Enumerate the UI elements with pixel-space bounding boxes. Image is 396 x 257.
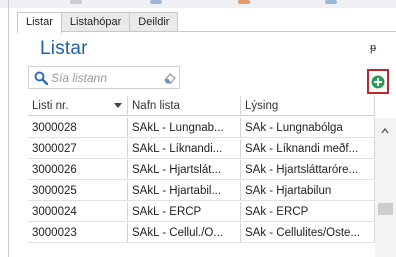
cell-description: SAk - Hjartabilun: [241, 181, 375, 201]
vertical-scrollbar[interactable]: [375, 118, 396, 257]
panel-title: Listar: [40, 38, 88, 59]
cell-list-name: SAkL - Hjartabil...: [128, 181, 241, 201]
toolbar-fragment: [325, 0, 337, 4]
cell-list-number: 3000024: [28, 202, 128, 222]
magnifier-icon: [34, 71, 48, 85]
cell-description: SAk - Líknandi meðf...: [241, 139, 375, 159]
cell-description: SAk - Lungnabólga: [241, 118, 375, 138]
scroll-up-arrow-icon[interactable]: [381, 127, 389, 135]
cell-list-name: SAkL - Lungnab...: [128, 118, 241, 138]
tab-bar: Listar Listahópar Deildir: [17, 12, 179, 33]
toolbar-fragment: [238, 0, 250, 4]
cell-list-number: 3000028: [28, 118, 128, 138]
cell-description: SAk - ERCP: [241, 202, 375, 222]
cell-list-number: 3000026: [28, 160, 128, 180]
pin-icon[interactable]: ᵽ: [370, 42, 376, 54]
table-row[interactable]: 3000028 SAkL - Lungnab... SAk - Lungnabó…: [28, 118, 396, 138]
tab-deildir[interactable]: Deildir: [129, 12, 179, 31]
table-row[interactable]: 3000027 SAkL - Líknandi... SAk - Líknand…: [28, 139, 396, 159]
column-header-list-number[interactable]: Listi nr.: [28, 96, 128, 116]
toolbar-fragment: [70, 0, 82, 4]
cell-list-number: 3000023: [28, 223, 128, 243]
search-input[interactable]: [51, 69, 141, 86]
table-row[interactable]: 3000026 SAkL - Hjartslát... SAk - Hjarts…: [28, 160, 396, 180]
cell-description: SAk - Cellulites/Oste...: [241, 223, 375, 243]
table-row[interactable]: 3000023 SAkL - Cellul./O... SAk - Cellul…: [28, 223, 396, 243]
column-header-description[interactable]: Lýsing: [241, 96, 375, 116]
sort-arrow-icon: [114, 103, 122, 108]
scrollbar-thumb[interactable]: [378, 203, 393, 215]
tab-listar[interactable]: Listar: [17, 12, 62, 33]
cell-list-number: 3000025: [28, 181, 128, 201]
table-row[interactable]: 3000024 SAkL - ERCP SAk - ERCP: [28, 202, 396, 222]
eraser-icon[interactable]: [163, 71, 177, 85]
window-top-strip: [0, 0, 396, 8]
column-header-list-name[interactable]: Nafn lista: [128, 96, 241, 116]
cell-list-name: SAkL - Líknandi...: [128, 139, 241, 159]
toolbar-fragment: [150, 0, 162, 4]
cell-list-number: 3000027: [28, 139, 128, 159]
cell-description: SAk - Hjartsláttaróre...: [241, 160, 375, 180]
tab-underline: [17, 31, 396, 32]
left-border: [8, 0, 9, 257]
table-row[interactable]: 3000025 SAkL - Hjartabil... SAk - Hjarta…: [28, 181, 396, 201]
search-box[interactable]: [28, 66, 180, 89]
tab-listahopar[interactable]: Listahópar: [60, 12, 131, 31]
cell-list-name: SAkL - Cellul./O...: [128, 223, 241, 243]
table-header: Listi nr. Nafn lista Lýsing: [28, 96, 396, 116]
plus-circle-icon: [371, 75, 385, 88]
cell-list-name: SAkL - ERCP: [128, 202, 241, 222]
cell-list-name: SAkL - Hjartslát...: [128, 160, 241, 180]
add-list-button[interactable]: [367, 69, 389, 94]
